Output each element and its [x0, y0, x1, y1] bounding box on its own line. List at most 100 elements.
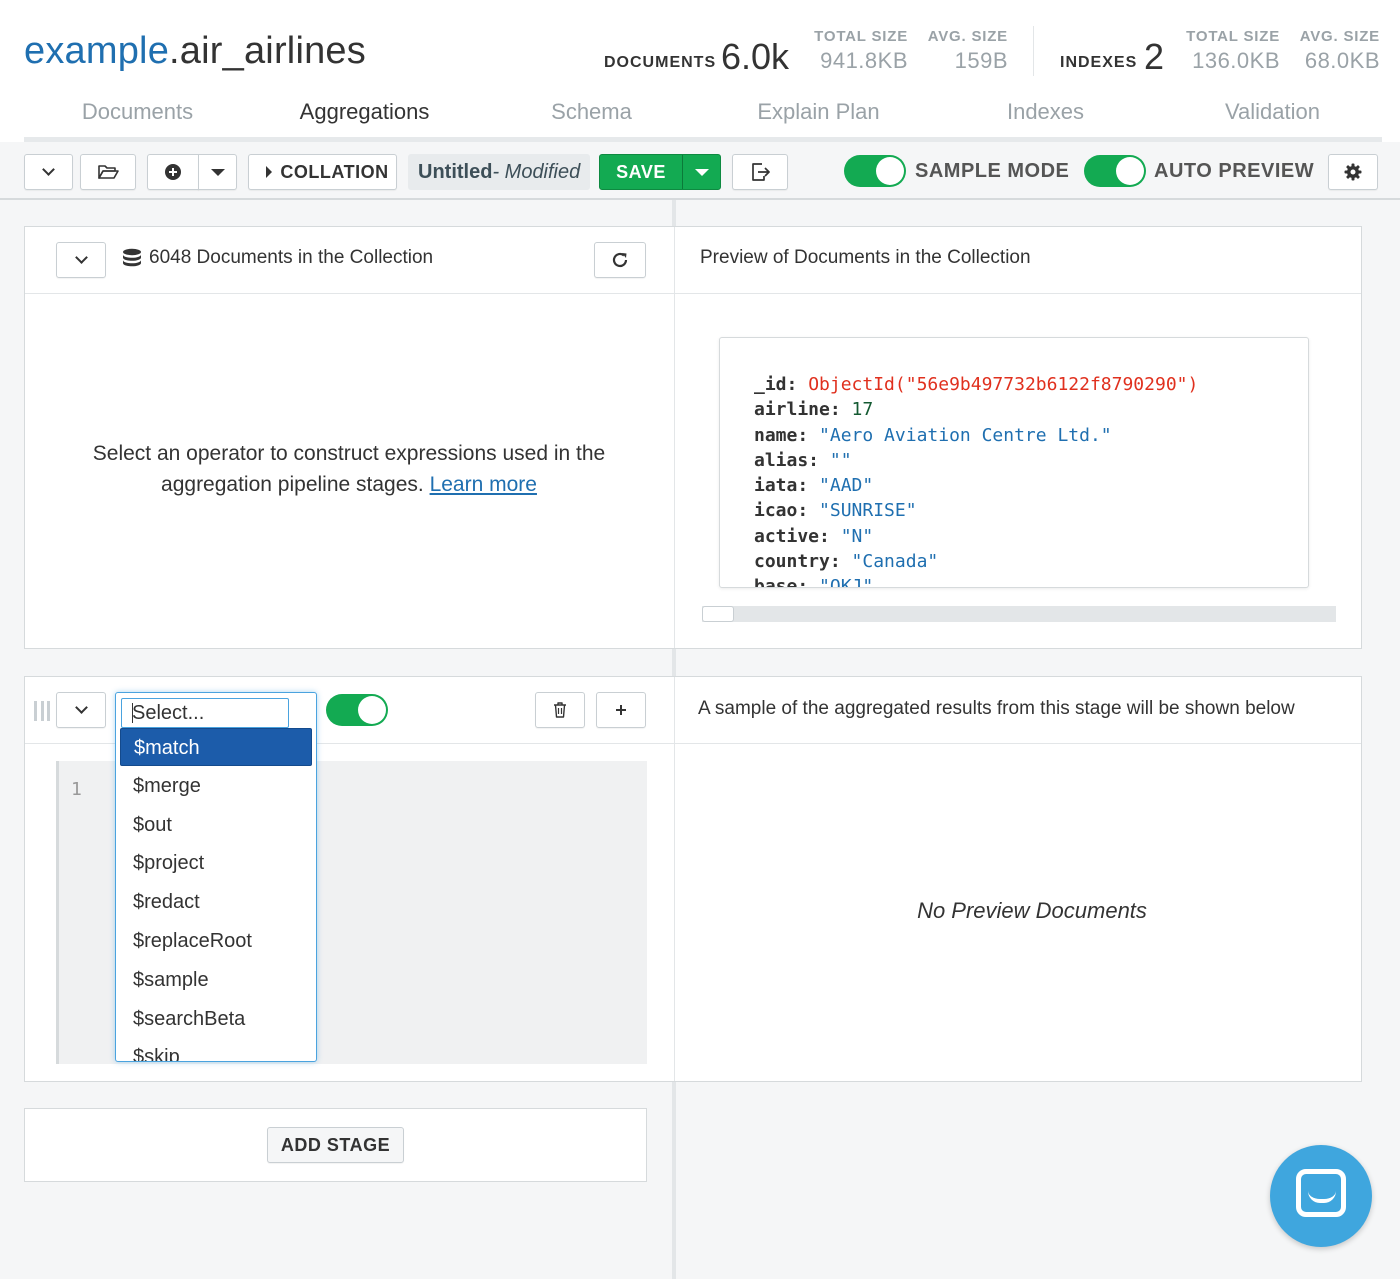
caret-right-icon: [266, 166, 273, 178]
operator-search-input[interactable]: Select...: [121, 698, 289, 728]
field-key: icao:: [754, 500, 809, 522]
chat-help-button[interactable]: [1270, 1145, 1372, 1247]
scrollbar-thumb[interactable]: [702, 606, 734, 622]
text-cursor: [132, 703, 133, 723]
operator-option[interactable]: $redact: [120, 883, 312, 921]
auto-preview-toggle[interactable]: [1084, 155, 1146, 187]
field-key: iata:: [754, 475, 809, 497]
operator-option[interactable]: $merge: [120, 767, 312, 805]
tab-aggregations[interactable]: Aggregations: [251, 90, 478, 147]
doc-total-size: 941.8KB: [820, 48, 908, 73]
chevron-down-icon: [74, 251, 88, 264]
operator-option[interactable]: $match: [120, 728, 312, 766]
document-field-row: alias: "": [754, 448, 1198, 473]
doc-avg-size: 159B: [954, 48, 1008, 73]
field-value: "SUNRISE": [819, 500, 917, 522]
plus-icon: [616, 705, 626, 715]
gear-icon: [1344, 163, 1362, 181]
field-value: ObjectId("56e9b497732b6122f8790290"): [808, 374, 1199, 395]
tab-documents[interactable]: Documents: [24, 90, 251, 142]
database-icon: [123, 248, 141, 267]
chevron-down-icon: [74, 701, 88, 714]
field-key: active:: [754, 525, 830, 547]
add-stage-button[interactable]: ADD STAGE: [267, 1127, 404, 1163]
doc-total-size-label: TOTAL SIZE: [814, 28, 908, 45]
field-key: base:: [754, 576, 809, 588]
collection-header: example.air_airlines DOCUMENTS 6.0k TOTA…: [0, 0, 1400, 147]
add-stage-after-button[interactable]: [596, 692, 646, 728]
collapse-stage-button[interactable]: [56, 692, 106, 728]
stage-preview-hint: A sample of the aggregated results from …: [698, 698, 1295, 719]
export-pipeline-button[interactable]: [732, 154, 788, 190]
caret-down-icon: [695, 169, 709, 176]
toggle-knob: [358, 696, 386, 724]
collection-tabs: Documents Aggregations Schema Explain Pl…: [24, 90, 1382, 147]
tab-schema[interactable]: Schema: [478, 90, 705, 142]
sample-mode-toggle[interactable]: [844, 155, 906, 187]
field-value: "Aero Aviation Centre Ltd.": [819, 424, 1112, 446]
operator-option[interactable]: $searchBeta: [120, 1000, 312, 1038]
saved-pipelines-toggle-button[interactable]: [24, 154, 73, 190]
preview-scrollbar[interactable]: [702, 606, 1336, 622]
collation-button[interactable]: COLLATION: [248, 154, 397, 190]
operator-option[interactable]: $out: [120, 806, 312, 844]
learn-more-link[interactable]: Learn more: [430, 473, 537, 496]
export-icon: [752, 163, 770, 181]
document-fields: _id: ObjectId("56e9b497732b6122f8790290"…: [754, 372, 1199, 588]
field-key: alias:: [754, 449, 820, 471]
operator-option[interactable]: $sample: [120, 961, 312, 999]
caret-down-icon: [210, 168, 225, 176]
stage-enabled-toggle[interactable]: [326, 694, 388, 726]
open-pipeline-button[interactable]: [80, 154, 136, 190]
namespace-title: example.air_airlines: [24, 30, 366, 73]
field-key: _id:: [754, 374, 798, 395]
toggle-knob: [876, 157, 904, 185]
field-value: 17: [851, 399, 874, 421]
operator-option[interactable]: $project: [120, 844, 312, 882]
operator-help-text: aggregation pipeline stages.: [161, 473, 424, 496]
preview-title: Preview of Documents in the Collection: [700, 247, 1031, 268]
document-field-row: active: "N": [754, 524, 1198, 549]
indexes-count: 2: [1144, 36, 1165, 77]
chevron-down-icon: [42, 163, 55, 176]
idx-avg-size: 68.0KB: [1304, 48, 1380, 73]
tab-validation[interactable]: Validation: [1159, 90, 1386, 142]
database-name: example: [24, 30, 170, 72]
collapse-source-button[interactable]: [56, 242, 106, 278]
new-pipeline-dropdown-button[interactable]: [198, 154, 237, 190]
field-value: "N": [840, 525, 874, 547]
document-field-row: name: "Aero Aviation Centre Ltd.": [754, 423, 1198, 448]
settings-button[interactable]: [1328, 154, 1378, 190]
pipeline-name-text: Untitled: [418, 161, 493, 183]
documents-label: DOCUMENTS: [604, 54, 717, 71]
field-key: airline:: [754, 399, 841, 421]
tab-indexes[interactable]: Indexes: [932, 90, 1159, 142]
operator-placeholder: Select...: [132, 702, 205, 724]
refresh-button[interactable]: [594, 242, 646, 278]
tab-explain-plan[interactable]: Explain Plan: [705, 90, 932, 142]
plus-circle-icon: [165, 164, 181, 180]
drag-handle-icon[interactable]: [34, 701, 50, 721]
save-pipeline-button[interactable]: SAVE: [599, 154, 721, 190]
pipeline-modified-state: - Modified: [492, 161, 581, 183]
new-pipeline-button[interactable]: [147, 154, 199, 190]
stage-operator-select[interactable]: Select... $match $merge $out $project $redac…: [115, 692, 317, 1062]
auto-preview-label: AUTO PREVIEW: [1154, 160, 1315, 182]
folder-open-icon: [98, 165, 119, 179]
document-preview-card: _id: ObjectId("56e9b497732b6122f8790290"…: [719, 337, 1309, 588]
operator-option[interactable]: $replaceRoot: [120, 922, 312, 960]
line-number: 1: [71, 779, 82, 800]
field-value: "OKJ": [819, 576, 874, 588]
delete-stage-button[interactable]: [535, 692, 585, 728]
document-field-row: base: "OKJ": [754, 574, 1198, 588]
refresh-icon: [612, 252, 628, 268]
document-count-text: 6048 Documents in the Collection: [149, 247, 434, 268]
card-divider: [674, 227, 675, 648]
stats-divider: [1033, 26, 1034, 76]
operator-help-line-1: Select an operator to construct expressi…: [92, 442, 606, 465]
save-label: SAVE: [600, 155, 683, 189]
idx-avg-size-label: AVG. SIZE: [1299, 28, 1380, 45]
operator-option[interactable]: $skip: [120, 1038, 312, 1061]
toggle-knob: [1116, 157, 1144, 185]
pipeline-name[interactable]: Untitled- Modified: [408, 154, 590, 190]
